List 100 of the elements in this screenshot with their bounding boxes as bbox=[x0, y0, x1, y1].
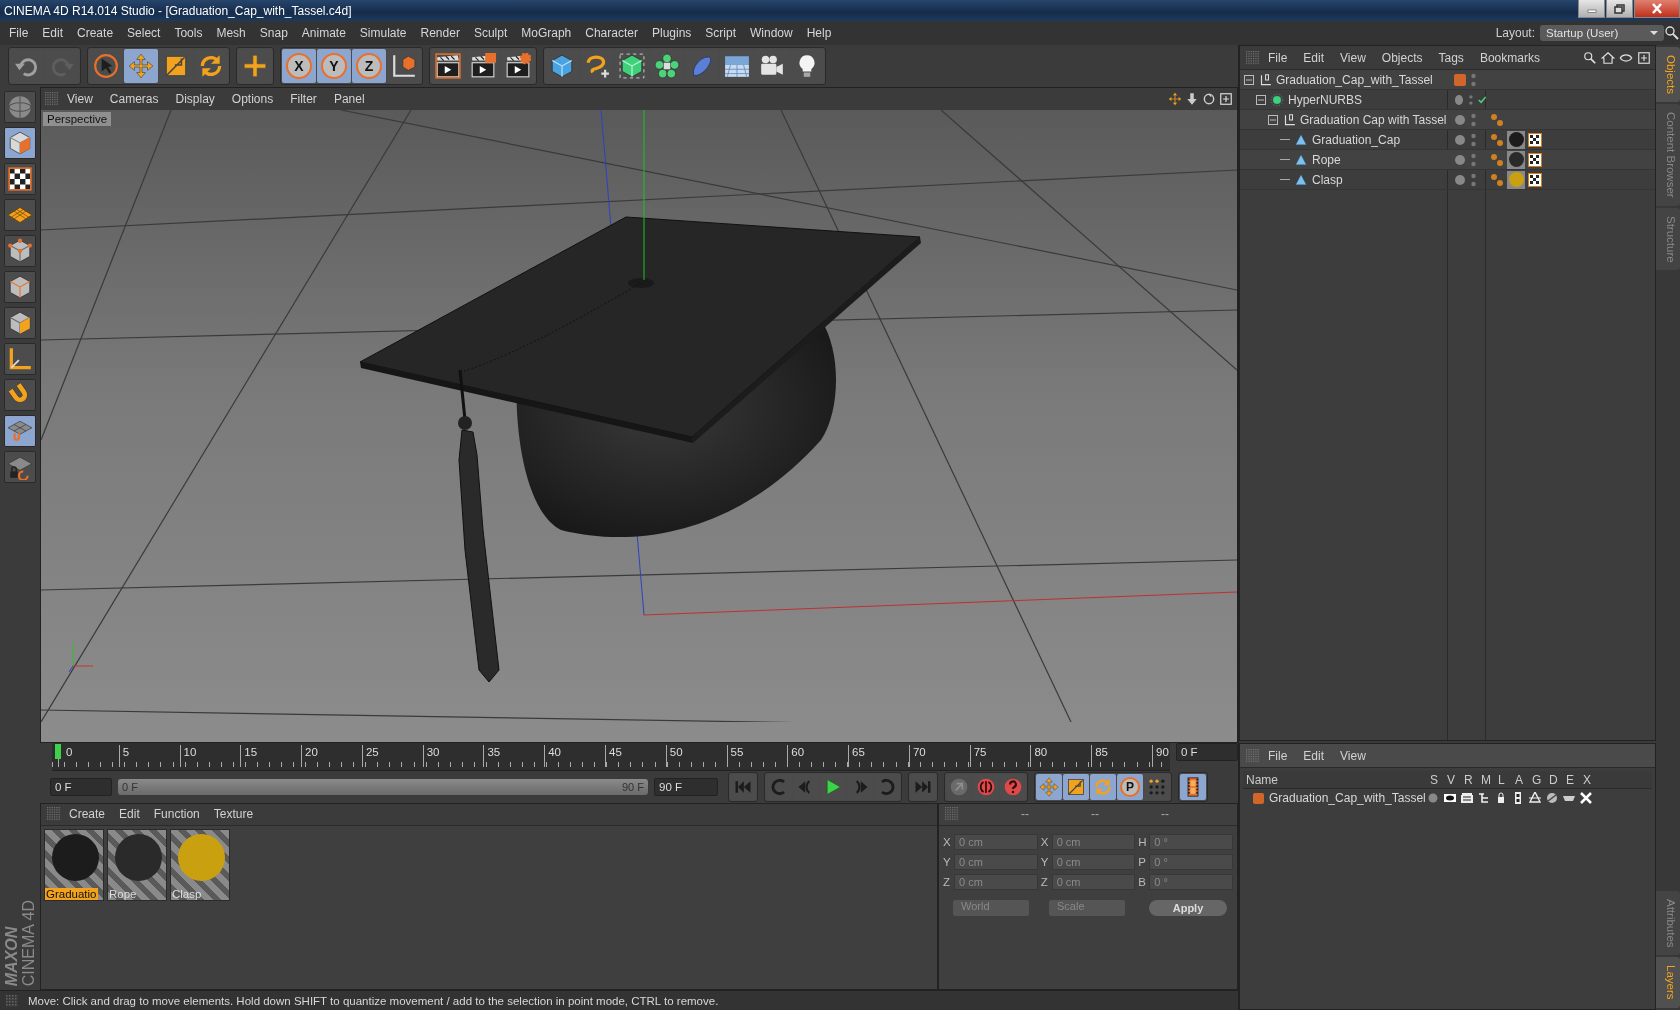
edges-button[interactable] bbox=[4, 271, 36, 303]
workplane-button[interactable] bbox=[4, 199, 36, 231]
menu-item[interactable]: MoGraph bbox=[514, 26, 579, 40]
status-text: Move: Click and drag to move elements. Hold down SHIFT to quantize movement / add to the selection in point mode, CTRL to remove. bbox=[28, 994, 719, 1007]
snap-button[interactable] bbox=[4, 415, 36, 447]
clapperboard-icon bbox=[470, 53, 496, 79]
menu-item[interactable]: Plugins bbox=[644, 26, 699, 40]
side-tab[interactable]: Objects bbox=[1656, 47, 1680, 102]
material-swatch[interactable]: Rope bbox=[107, 828, 167, 901]
visibility-dots-icon[interactable] bbox=[1471, 172, 1476, 187]
eye-icon[interactable] bbox=[1444, 792, 1456, 804]
object-name[interactable]: HyperNURBS bbox=[1288, 92, 1362, 107]
material-swatch[interactable]: Graduatio bbox=[44, 828, 104, 901]
object-name[interactable]: Rope bbox=[1312, 152, 1341, 167]
lock-icon[interactable] bbox=[1495, 792, 1507, 804]
visibility-dots-icon[interactable] bbox=[1471, 112, 1476, 127]
collapse-icon[interactable] bbox=[1244, 74, 1254, 85]
sphere-icon[interactable] bbox=[1546, 792, 1558, 804]
visibility-dots-icon[interactable] bbox=[1471, 72, 1476, 87]
menu-item[interactable]: Mesh bbox=[209, 26, 253, 40]
phong-tag-icon[interactable] bbox=[1490, 112, 1504, 127]
clapperboard-gear-icon bbox=[505, 53, 531, 79]
uv-checker-tag-icon[interactable] bbox=[1528, 152, 1542, 167]
layer-name[interactable]: Graduation_Cap_with_Tassel bbox=[1269, 791, 1426, 805]
viewport-menu-item[interactable]: View bbox=[59, 92, 102, 106]
material-swatch[interactable]: Clasp bbox=[170, 828, 230, 901]
uv-checker-tag-icon[interactable] bbox=[1528, 132, 1542, 147]
model-sphere-button[interactable] bbox=[4, 91, 36, 123]
object-name[interactable]: Graduation_Cap bbox=[1312, 132, 1401, 147]
material-menu-item[interactable]: Create bbox=[61, 807, 112, 822]
phong-tag-icon[interactable] bbox=[1490, 152, 1504, 167]
objects-menu-item[interactable]: File bbox=[1260, 50, 1296, 65]
menu-item[interactable]: Simulate bbox=[352, 26, 414, 40]
objects-menu-item[interactable]: Edit bbox=[1295, 50, 1333, 65]
end-frame-field[interactable]: 90 F bbox=[654, 777, 718, 796]
menu-item[interactable]: Animate bbox=[294, 26, 353, 40]
menu-item[interactable]: Create bbox=[70, 26, 121, 40]
playhead-marker[interactable] bbox=[55, 743, 61, 759]
menu-item[interactable]: Tools bbox=[167, 26, 210, 40]
objects-menu-item[interactable]: Tags bbox=[1430, 50, 1472, 65]
magnet-button[interactable] bbox=[4, 379, 36, 411]
visibility-dots-icon[interactable] bbox=[1471, 152, 1476, 167]
hierarchy-icon[interactable] bbox=[1478, 792, 1490, 804]
points-button[interactable] bbox=[4, 235, 36, 267]
grip-handle-icon bbox=[45, 92, 59, 106]
menu-item[interactable]: Window bbox=[743, 26, 800, 40]
viewport-menu-item[interactable]: Display bbox=[167, 92, 224, 106]
viewport-menu-item[interactable]: Panel bbox=[325, 92, 374, 106]
move-button[interactable] bbox=[1036, 773, 1062, 800]
layer-dot-icon bbox=[1455, 154, 1465, 165]
restore-button[interactable] bbox=[1606, 0, 1633, 18]
menu-item[interactable]: Help bbox=[799, 26, 839, 40]
menu-item[interactable]: Edit bbox=[35, 26, 71, 40]
layers-menu-item[interactable]: File bbox=[1260, 748, 1296, 763]
checkmark-icon[interactable] bbox=[1477, 94, 1486, 105]
objects-menu-item[interactable]: Bookmarks bbox=[1471, 50, 1548, 65]
menu-item[interactable]: Render bbox=[413, 26, 467, 40]
scale-button[interactable] bbox=[1063, 773, 1089, 800]
layout-dropdown[interactable]: Startup (User) bbox=[1540, 25, 1664, 41]
material-menu-item[interactable]: Edit bbox=[111, 807, 146, 822]
object-name[interactable]: Clasp bbox=[1312, 172, 1343, 187]
phong-tag-icon[interactable] bbox=[1490, 132, 1504, 147]
viewport-menu-item[interactable]: Options bbox=[223, 92, 283, 106]
pyramid-icon[interactable] bbox=[1529, 792, 1541, 804]
solo-dot-icon[interactable] bbox=[1427, 792, 1439, 804]
menu-item[interactable]: Select bbox=[120, 26, 168, 40]
side-tab[interactable]: Layers bbox=[1656, 957, 1680, 1008]
axis-mode-button[interactable] bbox=[4, 343, 36, 375]
close-button[interactable] bbox=[1634, 0, 1680, 18]
rotate-button[interactable] bbox=[1090, 773, 1116, 800]
layers-menu-item[interactable]: View bbox=[1332, 748, 1374, 763]
film-icon[interactable] bbox=[1512, 792, 1524, 804]
menu-item[interactable]: Snap bbox=[252, 26, 295, 40]
viewport-menu-item[interactable]: Filter bbox=[282, 92, 326, 106]
texture-button[interactable] bbox=[4, 163, 36, 195]
cross-icon[interactable] bbox=[1580, 792, 1592, 804]
move-button[interactable] bbox=[124, 49, 158, 83]
material-menu-item[interactable]: Texture bbox=[205, 807, 260, 822]
clapperboard-icon[interactable] bbox=[1461, 792, 1473, 804]
frame-number: 50 bbox=[665, 744, 683, 767]
collapse-icon[interactable] bbox=[1268, 114, 1278, 125]
objects-menu-item[interactable]: Objects bbox=[1373, 50, 1431, 65]
layers-menu-item[interactable]: Edit bbox=[1295, 748, 1333, 763]
lock-button[interactable] bbox=[4, 451, 36, 483]
layer-dot-icon bbox=[1455, 94, 1463, 105]
objects-menu-item[interactable]: View bbox=[1332, 50, 1374, 65]
start-frame-field[interactable]: 0 F bbox=[50, 777, 112, 796]
material-menu-item[interactable]: Function bbox=[145, 807, 206, 822]
menu-item[interactable]: Character bbox=[578, 26, 645, 40]
visibility-dots-icon[interactable] bbox=[1468, 92, 1473, 107]
model-button[interactable] bbox=[4, 127, 36, 159]
menu-item[interactable]: File bbox=[2, 26, 36, 40]
polygons-button[interactable] bbox=[4, 307, 36, 339]
uv-checker-tag-icon[interactable] bbox=[1528, 172, 1542, 187]
phong-tag-icon[interactable] bbox=[1490, 172, 1504, 187]
viewport-menu-item[interactable]: Cameras bbox=[101, 92, 168, 106]
collapse-icon[interactable] bbox=[1256, 94, 1266, 105]
menu-item[interactable]: Sculpt bbox=[466, 26, 515, 40]
visibility-dots-icon[interactable] bbox=[1471, 132, 1476, 147]
menu-item[interactable]: Script bbox=[698, 26, 743, 40]
